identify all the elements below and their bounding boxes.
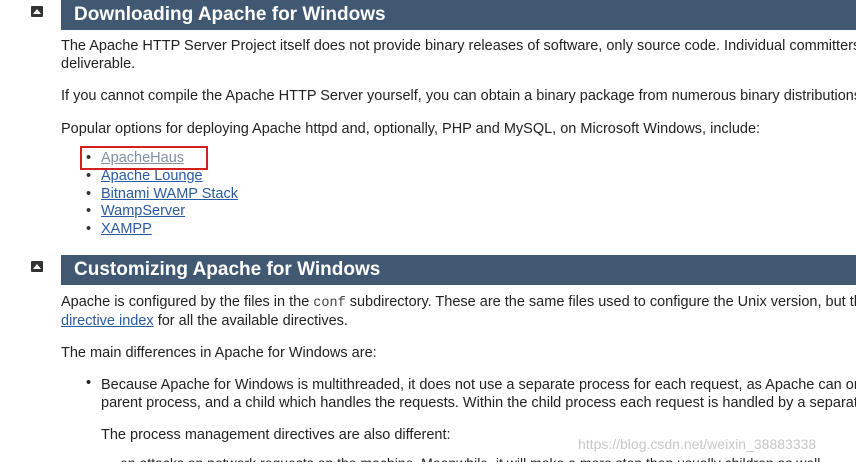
- apache-lounge-link[interactable]: Apache Lounge: [101, 168, 203, 184]
- back-to-top-icon[interactable]: [31, 261, 43, 272]
- wampserver-link[interactable]: WampServer: [101, 203, 185, 219]
- windows-differences-item-line-2: parent process, and a child which handle…: [101, 395, 856, 411]
- bitnami-wamp-stack-link[interactable]: Bitnami WAMP Stack: [101, 186, 238, 202]
- downloading-paragraph-1-line-2: deliverable.: [61, 56, 136, 72]
- highlight-annotation-box: [80, 146, 208, 170]
- customizing-paragraph-2: The main differences in Apache for Windo…: [61, 345, 377, 361]
- bullet-icon: •: [86, 375, 92, 391]
- partially-visible-text: en attacks on network requests on the ma…: [120, 455, 825, 471]
- downloading-paragraph-2: If you cannot compile the Apache HTTP Se…: [61, 88, 856, 104]
- back-to-top-icon[interactable]: [31, 6, 43, 17]
- list-item: • XAMPP: [86, 221, 152, 238]
- customizing-paragraph-1-line-2: directive index for all the available di…: [61, 313, 348, 329]
- list-item: • Apache Lounge: [86, 167, 203, 184]
- conf-code: conf: [313, 296, 346, 311]
- directive-index-link[interactable]: directive index: [61, 313, 154, 329]
- list-item: • Bitnami WAMP Stack: [86, 185, 238, 202]
- xampp-link[interactable]: XAMPP: [101, 221, 152, 237]
- downloading-paragraph-3: Popular options for deploying Apache htt…: [61, 121, 761, 137]
- section-title-downloading: Downloading Apache for Windows: [61, 0, 856, 30]
- windows-differences-item-line-3: The process management directives are al…: [101, 427, 451, 443]
- section-title-customizing: Customizing Apache for Windows: [61, 255, 856, 285]
- downloading-paragraph-1: The Apache HTTP Server Project itself do…: [61, 38, 856, 54]
- watermark: https://blog.csdn.net/weixin_38883338: [578, 436, 817, 452]
- customizing-paragraph-1: Apache is configured by the files in the…: [61, 294, 856, 311]
- list-item: • WampServer: [86, 203, 186, 220]
- windows-differences-item-line-1: Because Apache for Windows is multithrea…: [101, 377, 856, 393]
- page: Downloading Apache for Windows The Apach…: [0, 0, 856, 462]
